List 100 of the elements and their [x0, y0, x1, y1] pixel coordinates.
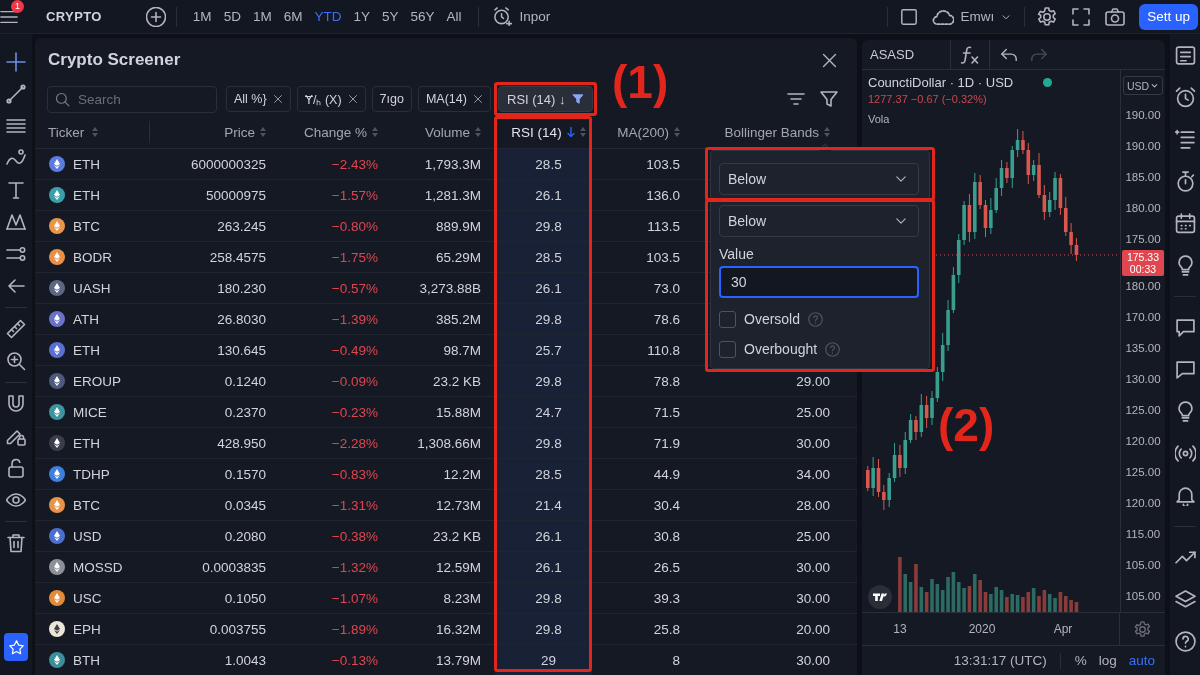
ticker-symbol[interactable]: BTC	[73, 218, 100, 234]
scale-toggle[interactable]: log	[1092, 653, 1123, 668]
fullscreen-icon[interactable]	[1071, 6, 1092, 27]
broadcast-icon[interactable]	[1174, 442, 1196, 464]
filter-chip[interactable]: 7ıgo	[371, 86, 412, 112]
arrow-left-icon[interactable]	[6, 276, 26, 296]
ticker-symbol[interactable]: BTC	[73, 497, 100, 513]
pattern-icon[interactable]	[6, 212, 26, 232]
brush-icon[interactable]	[6, 148, 26, 168]
ticker-symbol[interactable]: ATH	[73, 311, 99, 327]
ticker-symbol[interactable]: MOSSD	[73, 559, 123, 575]
close-icon[interactable]	[272, 94, 283, 104]
chart-logo-icon[interactable]	[868, 585, 892, 609]
currency-button[interactable]: USD	[1122, 76, 1164, 95]
ticker-symbol[interactable]: TDHP	[73, 466, 110, 482]
setup-button[interactable]: Sett up	[1139, 3, 1198, 30]
price-cell-text: 263.245	[216, 217, 267, 236]
eye-icon[interactable]	[6, 490, 26, 510]
column-header[interactable]: Bollinger Bands	[724, 124, 819, 140]
text-tool-icon[interactable]	[6, 180, 26, 200]
chat-icon[interactable]	[1174, 316, 1196, 338]
column-header[interactable]: Change %	[303, 124, 367, 140]
price-label: 115.00	[1125, 527, 1161, 542]
change-cell-text: −1.32%	[330, 558, 379, 577]
checkbox[interactable]	[719, 340, 736, 358]
stopwatch-icon[interactable]	[1174, 170, 1196, 192]
timeframe-button[interactable]: 1M	[186, 3, 218, 30]
timeframe-button[interactable]: 6M	[277, 3, 309, 30]
checkbox-label[interactable]: Overbought	[744, 341, 818, 357]
filter-icon[interactable]	[819, 89, 839, 109]
search-field[interactable]: Search	[47, 85, 217, 113]
checkbox[interactable]	[719, 310, 736, 328]
camera-icon[interactable]	[1105, 6, 1126, 27]
ticker-symbol[interactable]: UASH	[73, 280, 111, 296]
horizontal-lines-icon[interactable]	[6, 116, 26, 136]
ticker-symbol[interactable]: USC	[73, 590, 102, 606]
trend-line-icon[interactable]	[6, 84, 26, 104]
column-header[interactable]: Price	[224, 124, 255, 140]
chart-symbol[interactable]: ASASD	[862, 47, 950, 62]
calendar-icon[interactable]	[1174, 212, 1196, 234]
column-header[interactable]: MA(200)	[617, 124, 669, 140]
layers-icon[interactable]	[1174, 588, 1196, 610]
ticker-symbol[interactable]: ETH	[73, 435, 100, 451]
filter-chip[interactable]: RSI (14) ↓	[498, 86, 593, 112]
column-header[interactable]: RSI (14)	[511, 124, 562, 140]
list-icon[interactable]	[1174, 44, 1196, 66]
ticker-symbol[interactable]: EPH	[73, 621, 101, 637]
ticker-symbol[interactable]: USD	[73, 528, 102, 544]
value-input[interactable]: 30	[719, 266, 919, 298]
indicators-button[interactable]: Inpor	[488, 7, 551, 26]
ticker-symbol[interactable]: ETH	[73, 156, 100, 172]
ticker-symbol[interactable]: ETH	[73, 187, 100, 203]
change-cell-text: −0.38%	[330, 527, 379, 546]
comment-icon[interactable]	[1174, 358, 1196, 380]
ticker-symbol[interactable]: BTH	[73, 652, 100, 668]
help-icon[interactable]	[1174, 630, 1196, 652]
bell-icon[interactable]	[1174, 484, 1196, 506]
checkbox-label[interactable]: Oversold	[744, 311, 801, 327]
condition-dropdown[interactable]: Below	[719, 163, 919, 195]
timeframe-button[interactable]: 1M	[246, 3, 278, 30]
ticker-symbol[interactable]: EROUP	[73, 373, 121, 389]
condition-dropdown[interactable]: Below	[719, 205, 919, 237]
scale-toggle[interactable]: auto	[1122, 653, 1161, 668]
function-icon[interactable]	[960, 44, 980, 65]
scale-toggle[interactable]: %	[1068, 653, 1093, 668]
layout-button[interactable]: Emwı	[932, 5, 1013, 28]
trash-icon[interactable]	[6, 533, 26, 553]
timeframe-button[interactable]: 5Y	[375, 3, 405, 30]
timeframe-button[interactable]: 1Y	[347, 3, 376, 30]
zoom-in-icon[interactable]	[6, 351, 26, 371]
timeframe-button[interactable]: YTD	[308, 3, 348, 30]
column-header[interactable]: Volume	[424, 124, 470, 140]
filter-chip[interactable]: All %}	[226, 86, 291, 112]
timeframe-button[interactable]: 56Y	[404, 3, 441, 30]
symbol-button[interactable]: CRYPTO	[46, 9, 102, 24]
ticker-symbol[interactable]: MICE	[73, 404, 107, 420]
ticker-symbol[interactable]: ETH	[73, 342, 100, 358]
list-plus-icon[interactable]	[1174, 128, 1196, 150]
crosshair-icon[interactable]	[6, 52, 26, 72]
price-cell-text: 0.1570	[223, 465, 267, 484]
alarm-clock-icon[interactable]	[1174, 86, 1196, 108]
star-button[interactable]	[4, 633, 28, 661]
ticker-symbol[interactable]: BODR	[73, 249, 112, 265]
close-icon[interactable]	[821, 51, 838, 69]
column-header[interactable]: Ticker	[48, 124, 85, 140]
timeframe-button[interactable]: All	[440, 3, 468, 30]
filter-chip[interactable]: MA(14)	[417, 86, 491, 112]
timeframe-button[interactable]: 5D	[217, 3, 247, 30]
lock-icon[interactable]	[6, 458, 26, 478]
measure-icon[interactable]	[6, 244, 26, 264]
ruler-icon[interactable]	[6, 319, 26, 339]
volume-cell-text: 15.88M	[434, 403, 482, 422]
close-icon[interactable]	[472, 94, 483, 104]
magnet-icon[interactable]	[6, 394, 26, 414]
change-cell-text: −1.75%	[330, 248, 379, 267]
legend-title: CounctiDollar · 1D · USD	[868, 75, 1014, 90]
square-icon[interactable]	[900, 7, 919, 26]
close-icon[interactable]	[347, 94, 358, 104]
filter-chip[interactable]: Ɏ/ₕ (X)	[296, 86, 366, 112]
settings-icon[interactable]	[1037, 6, 1058, 27]
